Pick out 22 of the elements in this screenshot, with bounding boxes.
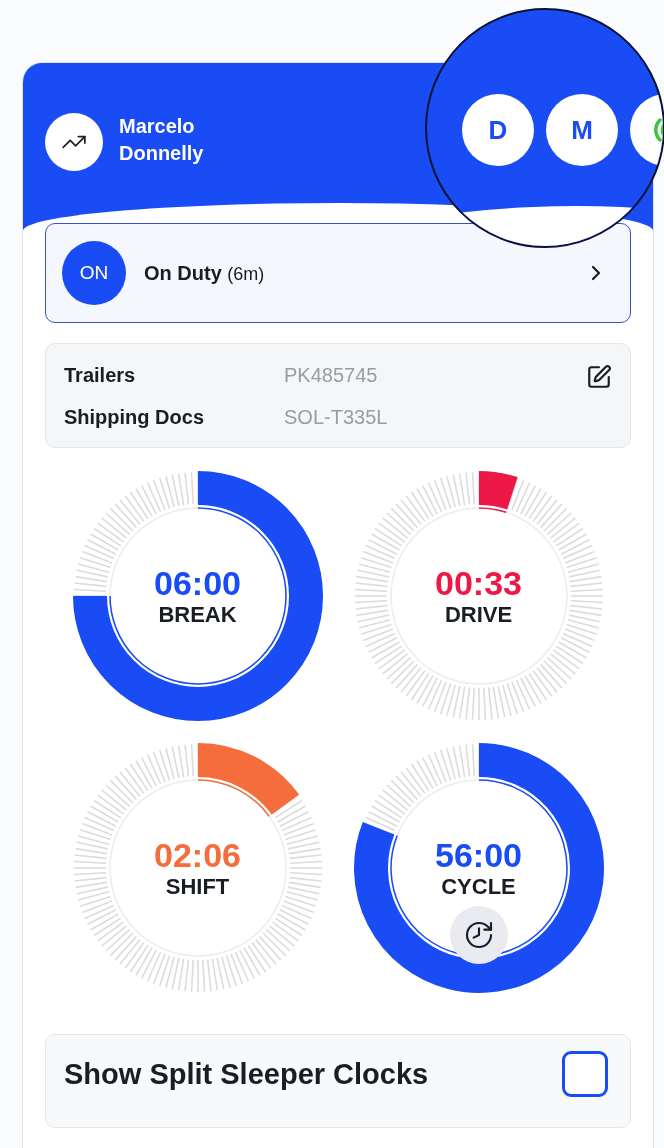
duty-status: On Duty (6m) (144, 261, 266, 285)
history-button[interactable] (449, 906, 508, 964)
clock-label: DRIVE (444, 602, 513, 628)
checkbox[interactable] (562, 1051, 608, 1097)
detail-label: Shipping Docs (64, 406, 205, 429)
avatar-button[interactable]: D (462, 94, 534, 166)
clock-time: 06:00 (154, 564, 241, 602)
clock-label: CYCLE (441, 874, 516, 900)
detail-value: SOL-T335L (284, 406, 389, 429)
duty-badge: ON (62, 241, 126, 305)
driver-name: Marcelo Donnelly (119, 114, 205, 166)
detail-label: Trailers (64, 364, 137, 388)
duty-status-button[interactable]: ON On Duty (6m) (45, 223, 631, 323)
clock-label: BREAK (158, 602, 237, 628)
clock-time: 02:06 (154, 836, 241, 874)
clock-label: SHIFT (165, 874, 230, 900)
split-sleeper-label: Show Split Sleeper Clocks (64, 1057, 429, 1091)
clock-time: 00:33 (435, 564, 522, 602)
edit-icon[interactable] (586, 364, 612, 390)
detail-value: PK485745 (284, 364, 379, 388)
avatar-button[interactable]: M (546, 94, 618, 166)
clock-time: 56:00 (435, 836, 522, 874)
